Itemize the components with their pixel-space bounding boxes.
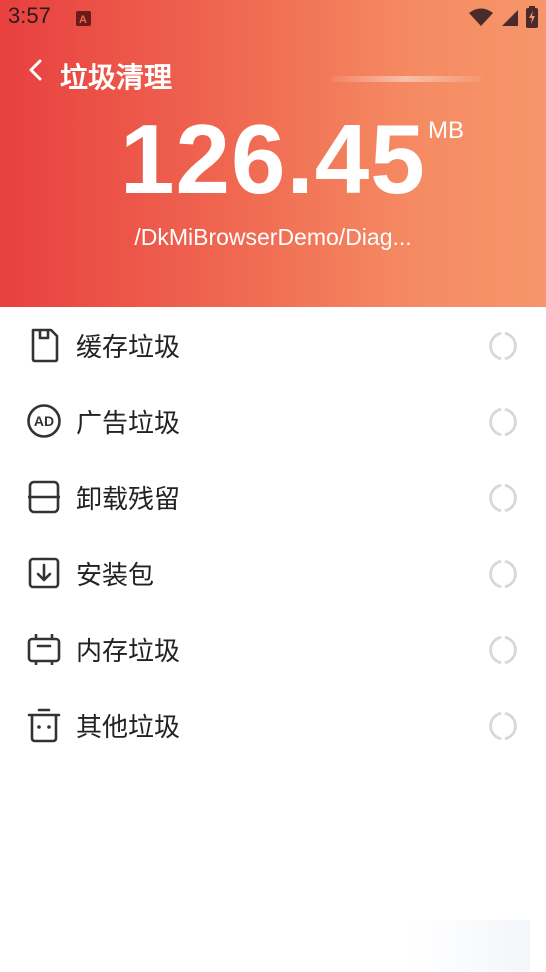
loading-spinner-icon: [489, 484, 517, 512]
list-item-label: 安装包: [76, 561, 155, 591]
loading-spinner-icon: [489, 636, 517, 664]
list-item-uninstall-residue[interactable]: 卸载残留: [0, 459, 546, 535]
chevron-left-icon: [29, 59, 42, 81]
list-item-label: 内存垃圾: [76, 637, 181, 667]
list-item-ads[interactable]: AD 广告垃圾: [0, 383, 546, 459]
list-item-label: 缓存垃圾: [76, 333, 181, 363]
status-bar: 3:57 A: [0, 0, 546, 36]
svg-text:A: A: [79, 14, 87, 26]
junk-category-list: 缓存垃圾 AD 广告垃圾 卸载残留 安装包 内存垃圾 其他垃圾: [0, 307, 546, 763]
download-package-icon: [28, 557, 60, 589]
notification-icon: A: [76, 11, 91, 26]
svg-text:AD: AD: [34, 413, 54, 429]
uninstall-icon: [28, 480, 60, 514]
wifi-icon: [469, 8, 493, 26]
list-item-install-package[interactable]: 安装包: [0, 535, 546, 611]
junk-size-unit: MB: [428, 117, 464, 144]
list-item-label: 其他垃圾: [76, 713, 181, 743]
loading-spinner-icon: [489, 332, 517, 360]
list-item-other[interactable]: 其他垃圾: [0, 687, 546, 763]
list-item-cache[interactable]: 缓存垃圾: [0, 307, 546, 383]
list-item-label: 卸载残留: [76, 485, 181, 515]
status-icons: [468, 6, 538, 28]
scan-path: /DkMiBrowserDemo/Diag...: [134, 224, 412, 250]
junk-size-value: 126.45: [120, 104, 426, 214]
bottom-fade: [410, 920, 530, 972]
list-item-label: 广告垃圾: [76, 409, 181, 439]
memory-chip-icon: [27, 634, 61, 665]
loading-spinner-icon: [489, 560, 517, 588]
list-item-memory[interactable]: 内存垃圾: [0, 611, 546, 687]
header: 3:57 A 垃圾清理 126.45 MB /DkMiBrowserDemo/D…: [0, 0, 546, 307]
loading-spinner-icon: [489, 408, 517, 436]
back-button[interactable]: [22, 56, 52, 86]
trash-icon: [27, 708, 61, 743]
status-time: 3:57: [8, 3, 51, 28]
ad-icon: AD: [27, 404, 61, 438]
loading-spinner-icon: [489, 712, 517, 740]
page-title: 垃圾清理: [60, 61, 173, 94]
battery-icon: [526, 6, 538, 28]
header-sheen: [330, 76, 482, 82]
sd-card-icon: [31, 328, 59, 363]
signal-icon: [502, 10, 518, 26]
